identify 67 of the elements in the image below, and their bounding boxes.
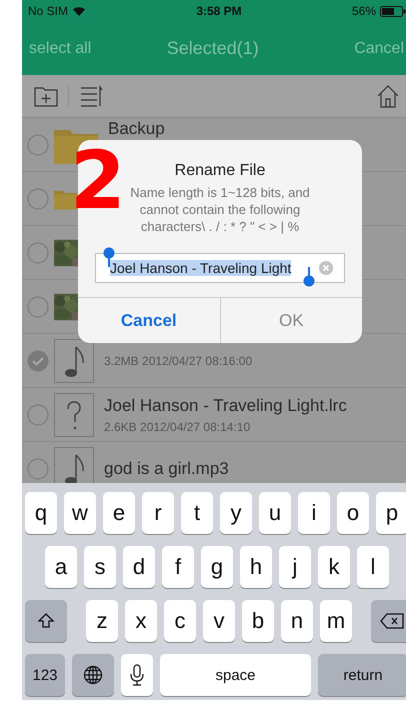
file-name: Backup <box>108 119 165 139</box>
selection-handle[interactable] <box>303 267 315 287</box>
key[interactable]: w <box>64 492 96 534</box>
key[interactable]: r <box>142 492 174 534</box>
globe-icon <box>83 665 103 685</box>
key[interactable]: q <box>25 492 57 534</box>
wifi-icon <box>72 6 86 16</box>
key[interactable]: d <box>123 546 155 588</box>
key[interactable]: a <box>45 546 77 588</box>
key[interactable]: h <box>240 546 272 588</box>
key[interactable]: p <box>376 492 406 534</box>
key[interactable]: c <box>164 600 196 642</box>
key[interactable]: e <box>103 492 135 534</box>
key[interactable]: b <box>242 600 274 642</box>
cancel-button[interactable]: Cancel <box>78 298 220 343</box>
delete-icon <box>380 613 404 629</box>
key[interactable]: x <box>125 600 157 642</box>
file-details: 3.2MB 2012/04/27 08:16:00 <box>104 354 252 368</box>
battery-icon <box>380 6 406 16</box>
delete-key[interactable] <box>371 600 406 642</box>
sort-list-icon[interactable] <box>79 85 103 107</box>
key[interactable]: o <box>337 492 369 534</box>
key[interactable]: y <box>220 492 252 534</box>
new-folder-icon[interactable] <box>34 85 58 107</box>
key[interactable]: i <box>298 492 330 534</box>
numbers-key[interactable]: 123 <box>25 654 65 696</box>
time-label: 3:58 PM <box>196 4 242 18</box>
key[interactable]: m <box>320 600 352 642</box>
unchecked-circle-icon[interactable] <box>27 404 49 426</box>
music-note-icon <box>54 338 94 382</box>
step-number: 2 <box>70 150 126 212</box>
input-field[interactable]: Joel Hanson - Traveling Light <box>95 253 345 283</box>
unknown-file-icon <box>54 392 94 436</box>
file-name: god is a girl.mp3 <box>104 458 229 478</box>
dialog-message: Name length is 1~128 bits, and cannot contain the following characters\ . / : * ? " < > | % <box>129 184 311 235</box>
music-note-icon <box>54 446 94 483</box>
return-key[interactable]: return <box>318 654 406 696</box>
unchecked-circle-icon[interactable] <box>27 242 49 264</box>
checked-circle-icon[interactable] <box>27 350 49 372</box>
microphone-key[interactable] <box>121 654 153 696</box>
dialog-title: Rename File <box>174 162 266 180</box>
key[interactable]: k <box>318 546 350 588</box>
shift-key[interactable] <box>25 600 67 642</box>
key[interactable]: u <box>259 492 291 534</box>
space-key[interactable]: space <box>160 654 311 696</box>
globe-key[interactable] <box>72 654 114 696</box>
home-icon[interactable] <box>376 84 400 108</box>
unchecked-circle-icon[interactable] <box>27 134 49 156</box>
key[interactable]: t <box>181 492 213 534</box>
key[interactable]: f <box>162 546 194 588</box>
key[interactable]: j <box>279 546 311 588</box>
shift-icon <box>37 612 55 630</box>
unchecked-circle-icon[interactable] <box>27 296 49 318</box>
battery-label: 56% <box>352 4 376 18</box>
key[interactable]: v <box>203 600 235 642</box>
unchecked-circle-icon[interactable] <box>27 188 49 210</box>
microphone-icon <box>130 664 144 686</box>
file-name: Joel Hanson - Traveling Light.lrc <box>104 396 347 416</box>
key[interactable]: n <box>281 600 313 642</box>
key[interactable]: g <box>201 546 233 588</box>
nav-title: Selected(1) <box>166 38 259 59</box>
key[interactable]: l <box>357 546 389 588</box>
file-details: 2.6KB 2012/04/27 08:14:10 <box>104 420 252 434</box>
unchecked-circle-icon[interactable] <box>27 458 49 480</box>
key[interactable]: z <box>86 600 118 642</box>
carrier-label: No SIM <box>28 4 68 18</box>
key[interactable]: s <box>84 546 116 588</box>
